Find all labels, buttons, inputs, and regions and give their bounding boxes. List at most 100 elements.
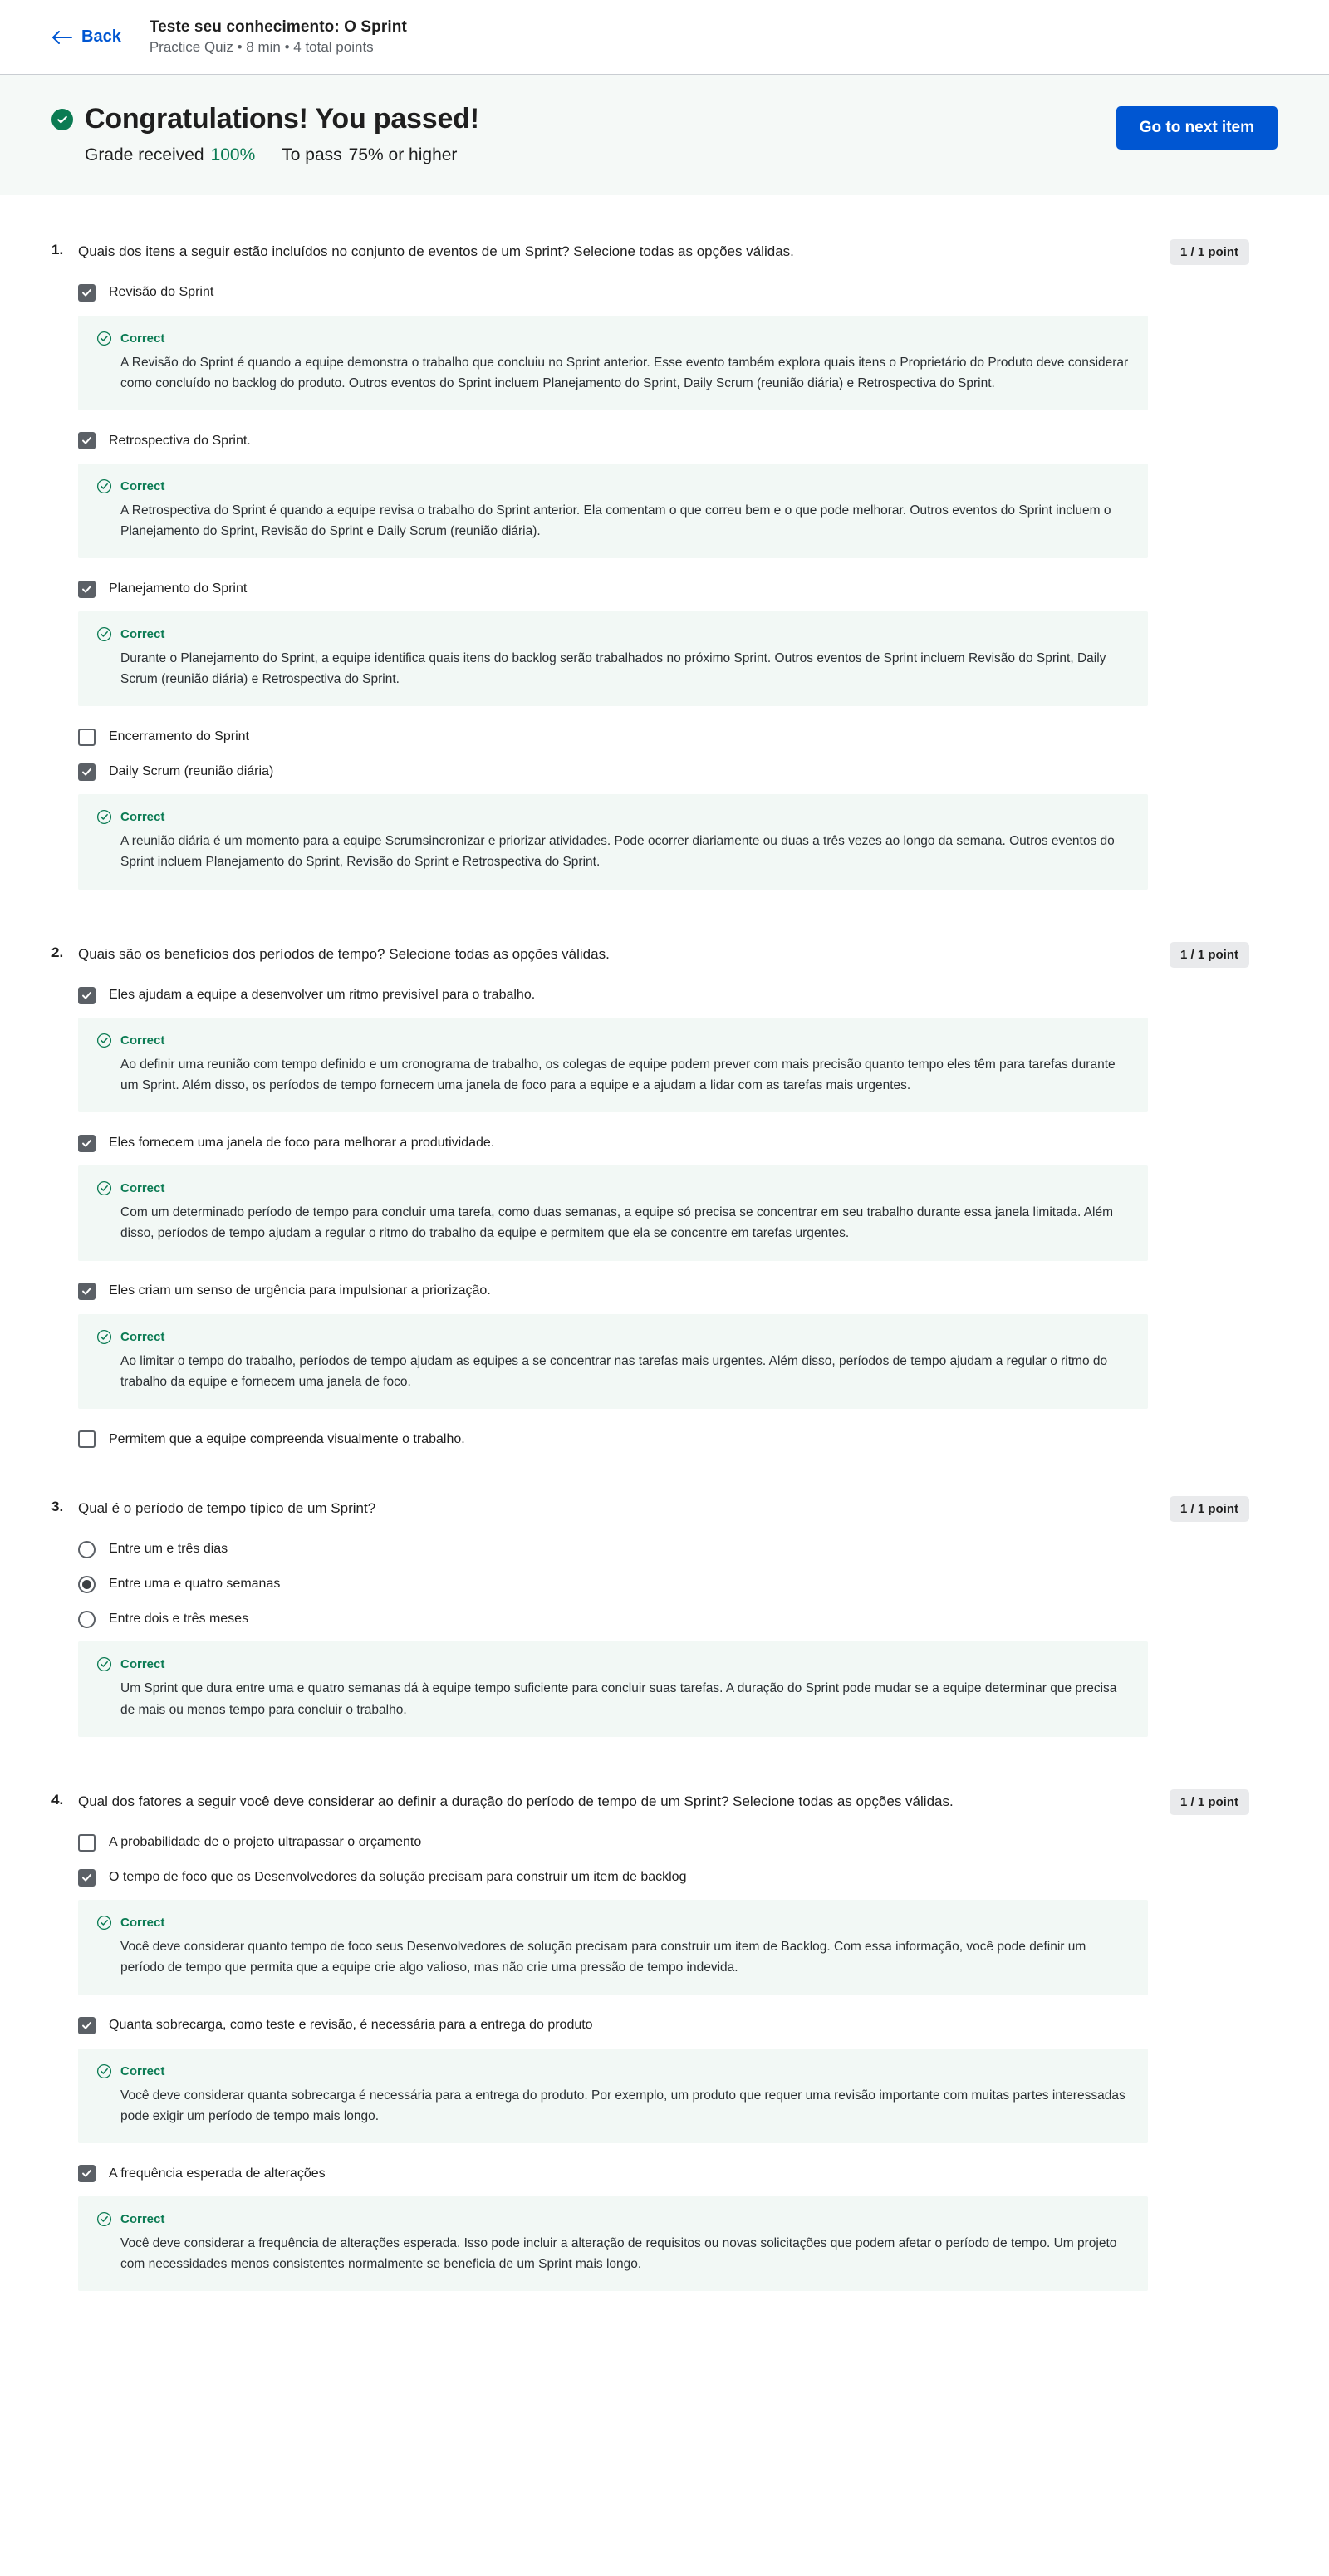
- question-text: Quais são os benefícios dos períodos de …: [78, 945, 610, 962]
- option-label: Entre dois e três meses: [109, 1612, 249, 1627]
- quiz-question: 4. Qual dos fatores a seguir você deve co…: [51, 1788, 1278, 2309]
- question-text: Quais dos itens a seguir estão incluídos…: [78, 243, 794, 259]
- feedback-text: A Retrospectiva do Sprint é quando a equ…: [120, 503, 1111, 538]
- points-badge: 1 / 1 point: [1170, 1495, 1250, 1522]
- question-header: 4. Qual dos fatores a seguir você deve co…: [51, 1792, 1148, 1813]
- quiz-option[interactable]: A frequência esperada de alterações: [78, 2161, 1148, 2186]
- checkbox-checked-icon[interactable]: [78, 432, 96, 450]
- quiz-option[interactable]: A probabilidade de o projeto ultrapassar…: [78, 1830, 1148, 1855]
- option-label: Quanta sobrecarga, como teste e revisão,…: [109, 2018, 593, 2033]
- feedback-text: A reunião diária é um momento para a equ…: [120, 834, 1115, 870]
- quiz-option[interactable]: Eles criam um senso de urgência para imp…: [78, 1279, 1148, 1304]
- feedback-text: A Revisão do Sprint é quando a equipe de…: [120, 355, 1129, 390]
- points-badge: 1 / 1 point: [1170, 1788, 1250, 1815]
- feedback-text: Você deve considerar quanta sobrecarga é…: [120, 2088, 1125, 2123]
- feedback-status-label: Correct: [120, 1916, 165, 1931]
- points-badge: 1 / 1 point: [1170, 239, 1250, 265]
- feedback-header: Correct: [96, 1033, 1130, 1048]
- question-main: 2. Quais são os benefícios dos períodos d…: [51, 945, 1148, 1462]
- correct-check-icon: [96, 1329, 112, 1345]
- question-text: Qual dos fatores a seguir você deve cons…: [78, 1793, 954, 1809]
- option-label: Entre um e três dias: [109, 1542, 228, 1557]
- question-number: 4.: [51, 1791, 64, 1808]
- quiz-option[interactable]: Entre um e três dias: [78, 1537, 1148, 1562]
- feedback-box: Correct Ao definir uma reunião com tempo …: [78, 1018, 1148, 1113]
- quiz-question: 3. Qual é o período de tempo típico de um…: [51, 1495, 1278, 1755]
- checkbox-unchecked-icon[interactable]: [78, 728, 96, 746]
- quiz-option[interactable]: Revisão do Sprint: [78, 281, 1148, 306]
- feedback-header: Correct: [96, 2211, 1130, 2227]
- option-label: Revisão do Sprint: [109, 285, 214, 300]
- question-options: Entre um e três dias Entre uma e quatro s…: [51, 1537, 1148, 1737]
- option-label: A probabilidade de o projeto ultrapassar…: [109, 1835, 422, 1850]
- feedback-status-label: Correct: [120, 627, 165, 642]
- feedback-box: Correct Durante o Planejamento do Sprint,…: [78, 611, 1148, 707]
- feedback-status-label: Correct: [120, 1657, 165, 1672]
- question-text: Qual é o período de tempo típico de um S…: [78, 1499, 376, 1516]
- feedback-status-label: Correct: [120, 2211, 165, 2226]
- correct-check-icon: [96, 626, 112, 642]
- correct-check-icon: [96, 809, 112, 825]
- feedback-header: Correct: [96, 2063, 1130, 2079]
- checkbox-unchecked-icon[interactable]: [78, 1430, 96, 1449]
- go-to-next-item-button[interactable]: Go to next item: [1116, 106, 1278, 150]
- quiz-option[interactable]: Planejamento do Sprint: [78, 577, 1148, 601]
- back-button[interactable]: Back: [51, 27, 121, 47]
- radio-unselected[interactable]: [78, 1610, 96, 1628]
- checkbox-checked-icon[interactable]: [78, 2017, 96, 2035]
- correct-check-icon: [96, 1656, 112, 1672]
- grade-received-value: 100%: [210, 145, 256, 164]
- feedback-status-label: Correct: [120, 2063, 165, 2078]
- question-options: Revisão do Sprint Correct A Revisão do Spr…: [51, 281, 1148, 890]
- checkbox-checked-icon[interactable]: [78, 1868, 96, 1887]
- question-number: 2.: [51, 944, 64, 960]
- quiz-option[interactable]: O tempo de foco que os Desenvolvedores d…: [78, 1865, 1148, 1890]
- checkbox-checked-icon[interactable]: [78, 763, 96, 781]
- radio-selected[interactable]: [78, 1575, 96, 1593]
- quiz-option[interactable]: Permitem que a equipe compreenda visualm…: [78, 1427, 1148, 1452]
- quiz-option[interactable]: Entre uma e quatro semanas: [78, 1572, 1148, 1597]
- option-label: Encerramento do Sprint: [109, 729, 249, 744]
- quiz-question: 1. Quais dos itens a seguir estão incluíd…: [51, 239, 1278, 908]
- quiz-option[interactable]: Daily Scrum (reunião diária): [78, 759, 1148, 784]
- question-header: 1. Quais dos itens a seguir estão incluíd…: [51, 242, 1148, 263]
- top-bar: Back Teste seu conhecimento: O Sprint Pr…: [0, 0, 1329, 75]
- pass-headline-text: Congratulations! You passed!: [85, 103, 479, 135]
- checkbox-checked-icon[interactable]: [78, 1134, 96, 1152]
- feedback-text: Durante o Planejamento do Sprint, a equi…: [120, 651, 1106, 687]
- feedback-box: Correct Você deve considerar a frequência…: [78, 2196, 1148, 2291]
- grade-received-label: Grade received: [85, 145, 204, 164]
- checkbox-checked-icon[interactable]: [78, 580, 96, 598]
- option-label: Eles fornecem uma janela de foco para me…: [109, 1136, 495, 1151]
- radio-unselected[interactable]: [78, 1540, 96, 1558]
- checkbox-unchecked-icon[interactable]: [78, 1833, 96, 1852]
- quiz-option[interactable]: Eles ajudam a equipe a desenvolver um ri…: [78, 983, 1148, 1008]
- question-header: 2. Quais são os benefícios dos períodos d…: [51, 945, 1148, 965]
- checkbox-checked-icon[interactable]: [78, 284, 96, 302]
- correct-check-icon: [96, 331, 112, 346]
- feedback-header: Correct: [96, 1915, 1130, 1931]
- option-label: Permitem que a equipe compreenda visualm…: [109, 1431, 465, 1446]
- checkbox-checked-icon[interactable]: [78, 986, 96, 1004]
- quiz-option[interactable]: Entre dois e três meses: [78, 1607, 1148, 1631]
- quiz-option[interactable]: Eles fornecem uma janela de foco para me…: [78, 1131, 1148, 1156]
- quiz-option[interactable]: Encerramento do Sprint: [78, 724, 1148, 749]
- feedback-box: Correct Você deve considerar quanta sobre…: [78, 2048, 1148, 2143]
- to-pass-label: To pass: [282, 145, 342, 164]
- feedback-text: Com um determinado período de tempo para…: [120, 1205, 1114, 1241]
- option-label: Daily Scrum (reunião diária): [109, 764, 274, 779]
- feedback-status-label: Correct: [120, 1033, 165, 1048]
- checkbox-checked-icon[interactable]: [78, 2165, 96, 2183]
- option-label: Planejamento do Sprint: [109, 581, 248, 596]
- feedback-header: Correct: [96, 626, 1130, 642]
- to-pass-value: 75% or higher: [348, 145, 458, 164]
- option-label: A frequência esperada de alterações: [109, 2166, 326, 2181]
- question-number: 1.: [51, 242, 64, 258]
- feedback-box: Correct A reunião diária é um momento par…: [78, 794, 1148, 890]
- checkbox-checked-icon[interactable]: [78, 1283, 96, 1301]
- feedback-box: Correct A Retrospectiva do Sprint é quand…: [78, 463, 1148, 559]
- quiz-option[interactable]: Retrospectiva do Sprint.: [78, 429, 1148, 454]
- correct-check-icon: [96, 1033, 112, 1048]
- feedback-header: Correct: [96, 1656, 1130, 1672]
- quiz-option[interactable]: Quanta sobrecarga, como teste e revisão,…: [78, 2014, 1148, 2039]
